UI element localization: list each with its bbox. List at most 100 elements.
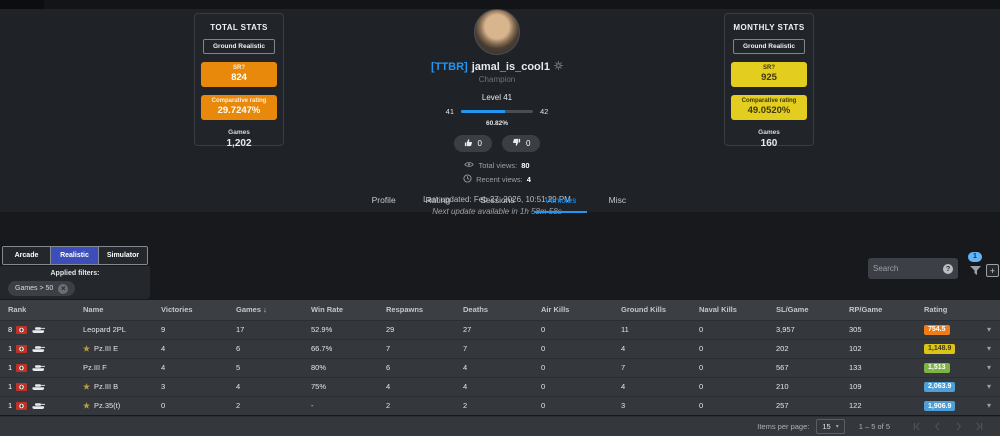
row-expand-button[interactable]: ▾: [978, 358, 1000, 377]
air-kills-cell: 0: [533, 396, 613, 415]
level-from: 41: [446, 107, 454, 116]
respawns-cell: 2: [378, 396, 455, 415]
level-progress-bar: [461, 110, 533, 113]
row-expand-button[interactable]: ▾: [978, 320, 1000, 339]
table-header-row: RankNameVictoriesGames ↓Win RateRespawns…: [0, 300, 1000, 320]
chip-close-icon[interactable]: ×: [58, 284, 68, 294]
vehicles-table: RankNameVictoriesGames ↓Win RateRespawns…: [0, 300, 1000, 415]
search-input[interactable]: [873, 264, 943, 273]
total-games-label: Games: [195, 129, 283, 136]
dislike-button[interactable]: 0: [502, 135, 540, 152]
tab-sessions[interactable]: Sessions: [465, 186, 530, 213]
mode-button-realistic[interactable]: Realistic: [51, 247, 99, 264]
sl-game-cell: 257: [768, 396, 841, 415]
settings-gear-icon[interactable]: [554, 61, 563, 73]
row-expand-chevron-icon: ▾: [987, 382, 991, 391]
total-comparative-rating-value: 29.7247%: [201, 105, 277, 116]
ground-kills-cell: 4: [613, 377, 691, 396]
monthly-stats-title: MONTHLY STATS: [725, 23, 813, 32]
total-views-label: Total views:: [478, 161, 517, 170]
mode-button-arcade[interactable]: Arcade: [3, 247, 51, 264]
clock-icon: [463, 174, 472, 185]
premium-icon: [83, 383, 90, 390]
tab-profile[interactable]: Profile: [357, 186, 411, 213]
table-row[interactable]: 1Pz.III B3475%440402101092,063.9▾: [0, 377, 1000, 396]
items-per-page-label: Items per page:: [757, 422, 809, 431]
applied-filters-panel: Applied filters: Games > 50×: [0, 266, 150, 299]
funnel-icon: [969, 264, 982, 279]
germany-flag-icon: [16, 402, 27, 410]
premium-icon: [83, 345, 90, 352]
column-header-win-rate[interactable]: Win Rate: [303, 300, 378, 320]
filter-button[interactable]: [967, 264, 983, 277]
table-row[interactable]: 8Leopard 2PL91752.9%292701103,957305754.…: [0, 320, 1000, 339]
rating-badge: 1,906.9: [924, 401, 955, 411]
column-header-rank[interactable]: Rank: [0, 300, 75, 320]
rating-cell: 1,513: [916, 358, 978, 377]
monthly-sr-label: SR?: [731, 65, 807, 71]
next-page-button[interactable]: [954, 422, 963, 431]
rp-game-cell: 102: [841, 339, 916, 358]
like-button[interactable]: 0: [454, 135, 492, 152]
naval-kills-cell: 0: [691, 396, 768, 415]
column-header-rp-game[interactable]: RP/Game: [841, 300, 916, 320]
row-expand-button[interactable]: ▾: [978, 377, 1000, 396]
vehicle-rank-cell: 1: [0, 396, 75, 415]
table-row[interactable]: 1Pz.III E4666.7%770402021021,148.9▾: [0, 339, 1000, 358]
monthly-comparative-rating-label: Comparative rating: [731, 98, 807, 104]
filter-chip[interactable]: Games > 50×: [8, 281, 75, 296]
table-row[interactable]: 1Pz.35(t)02-220302571221,906.9▾: [0, 396, 1000, 415]
monthly-stats-mode-button[interactable]: Ground Realistic: [733, 39, 805, 54]
column-header-sl-game[interactable]: SL/Game: [768, 300, 841, 320]
total-stats-card: TOTAL STATS Ground Realistic SR? 824 Com…: [194, 13, 284, 146]
previous-page-button[interactable]: [933, 422, 942, 431]
column-header-naval-kills[interactable]: Naval Kills: [691, 300, 768, 320]
mode-button-simulator[interactable]: Simulator: [99, 247, 147, 264]
column-header-name[interactable]: Name: [75, 300, 153, 320]
row-expand-button[interactable]: ▾: [978, 339, 1000, 358]
column-header-air-kills[interactable]: Air Kills: [533, 300, 613, 320]
tank-icon: [31, 402, 46, 410]
monthly-games-value: 160: [725, 138, 813, 149]
column-header-rating[interactable]: Rating: [916, 300, 978, 320]
column-header-deaths[interactable]: Deaths: [455, 300, 533, 320]
tab-rating[interactable]: Rating: [411, 186, 466, 213]
profile-section: TOTAL STATS Ground Realistic SR? 824 Com…: [0, 9, 1000, 212]
eye-icon: [464, 161, 474, 170]
monthly-games-label: Games: [725, 129, 813, 136]
tab-vehicles[interactable]: Vehicles: [530, 186, 592, 213]
total-sr-value: 824: [201, 72, 277, 83]
total-stats-mode-button[interactable]: Ground Realistic: [203, 39, 275, 54]
rating-cell: 1,906.9: [916, 396, 978, 415]
search-help-icon[interactable]: ?: [943, 264, 953, 274]
table-row[interactable]: 1Pz.III F4580%640705671331,513▾: [0, 358, 1000, 377]
add-button[interactable]: +: [986, 264, 999, 277]
column-header-respawns[interactable]: Respawns: [378, 300, 455, 320]
sort-desc-arrow-icon: ↓: [261, 305, 267, 314]
column-header-games[interactable]: Games ↓: [228, 300, 303, 320]
victories-cell: 4: [153, 339, 228, 358]
clan-tag[interactable]: [TTBR]: [431, 61, 468, 73]
ground-kills-cell: 11: [613, 320, 691, 339]
respawns-cell: 6: [378, 358, 455, 377]
last-page-button[interactable]: [975, 422, 984, 431]
vehicle-name-cell: Pz.III F: [75, 358, 153, 377]
game-mode-toggle: ArcadeRealisticSimulator: [2, 246, 148, 265]
premium-icon: [83, 402, 90, 409]
naval-kills-cell: 0: [691, 320, 768, 339]
total-games-value: 1,202: [195, 138, 283, 149]
victories-cell: 4: [153, 358, 228, 377]
column-header-ground-kills[interactable]: Ground Kills: [613, 300, 691, 320]
vehicle-name: Leopard 2PL: [83, 325, 126, 334]
column-header-expand: [978, 300, 1000, 320]
rating-badge: 1,148.9: [924, 344, 955, 354]
tab-misc[interactable]: Misc: [591, 186, 643, 213]
items-per-page-select[interactable]: 15 ▾: [816, 419, 844, 434]
column-header-victories[interactable]: Victories: [153, 300, 228, 320]
rp-game-cell: 305: [841, 320, 916, 339]
player-title: Champion: [377, 75, 617, 84]
monthly-comparative-rating-value: 49.0520%: [731, 105, 807, 116]
first-page-button[interactable]: [912, 422, 921, 431]
row-expand-button[interactable]: ▾: [978, 396, 1000, 415]
sl-game-cell: 202: [768, 339, 841, 358]
